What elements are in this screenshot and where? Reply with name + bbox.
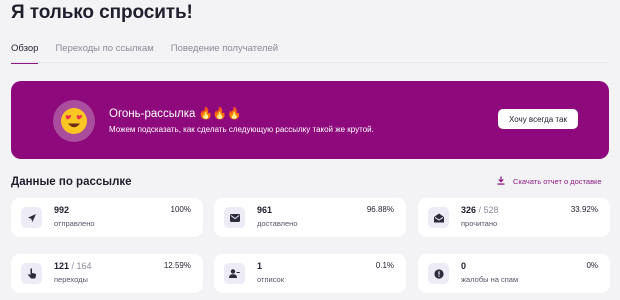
stat-value: 121 / 164 (54, 261, 92, 271)
stat-card-read: 326 / 528 прочитано 33.92% (418, 198, 610, 237)
stat-percent: 33.92% (570, 205, 598, 214)
want-always-button[interactable]: Хочу всегда так (498, 109, 578, 129)
stats-section-title: Данные по рассылке (11, 176, 132, 188)
stat-percent: 0% (586, 261, 598, 270)
stat-percent: 96.88% (366, 205, 394, 214)
stat-percent: 0.1% (375, 261, 394, 270)
tabs-divider (11, 62, 609, 63)
user-remove-icon (224, 263, 245, 284)
stat-card-unsubscribed: 1 отписок 0.1% (214, 254, 406, 293)
tab-recipient-behavior[interactable]: Поведение получателей (171, 43, 278, 64)
download-report-label: Скачать отчет о доставке (513, 177, 602, 186)
stat-card-sent: 992 отправлено 100% (11, 198, 203, 237)
stat-value: 0 (461, 261, 467, 271)
heart-eyes-emoji-icon (53, 100, 95, 142)
promo-text: Можем подсказать, как сделать следующую … (109, 125, 374, 134)
alert-circle-icon (428, 263, 449, 284)
promo-title: Огонь-рассылка 🔥🔥🔥 (109, 108, 242, 120)
stat-card-clicks: 121 / 164 переходы 12.59% (11, 254, 203, 293)
stat-value: 1 (257, 261, 263, 271)
pointer-hand-icon (21, 263, 42, 284)
stat-card-delivered: 961 доставлено 96.88% (214, 198, 406, 237)
stat-percent: 12.59% (163, 261, 191, 270)
stat-value: 961 (257, 205, 273, 215)
page-title: Я только спросить! (11, 2, 193, 23)
stat-label: отправлено (54, 219, 95, 228)
download-icon (497, 176, 505, 187)
tab-overview[interactable]: Обзор (11, 43, 39, 64)
tab-link-clicks[interactable]: Переходы по ссылкам (55, 43, 153, 64)
send-icon (21, 207, 42, 228)
promo-banner: Огонь-рассылка 🔥🔥🔥 Можем подсказать, как… (11, 81, 609, 159)
stat-label: прочитано (461, 219, 498, 228)
stat-percent: 100% (170, 205, 191, 214)
tabs-bar: Обзор Переходы по ссылкам Поведение полу… (11, 43, 278, 64)
download-report-link[interactable]: Скачать отчет о доставке (497, 176, 602, 187)
stat-value: 326 / 528 (461, 205, 499, 215)
open-envelope-icon (428, 207, 449, 228)
stat-label: отписок (257, 275, 284, 284)
stat-label: жалобы на спам (461, 275, 519, 284)
inbox-icon (224, 207, 245, 228)
stat-card-spam: 0 жалобы на спам 0% (418, 254, 610, 293)
stat-value: 992 (54, 205, 70, 215)
stat-label: переходы (54, 275, 88, 284)
stat-label: доставлено (257, 219, 298, 228)
